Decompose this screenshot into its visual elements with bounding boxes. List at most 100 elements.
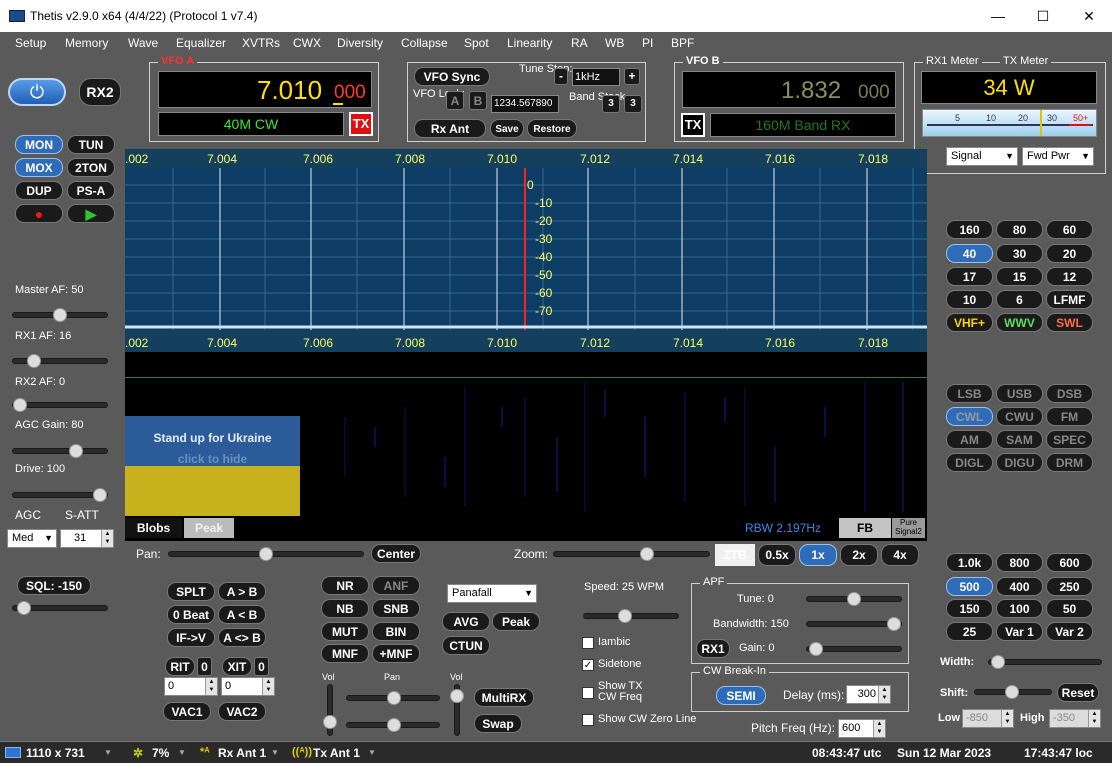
menu-spot[interactable]: Spot — [464, 36, 489, 50]
slider-thumb[interactable] — [53, 308, 67, 322]
slider-thumb[interactable] — [618, 609, 632, 623]
restore-button[interactable]: Restore — [527, 119, 577, 138]
tx-ant-status[interactable]: Tx Ant 1 — [313, 746, 360, 760]
lock-a-button[interactable]: A — [446, 91, 464, 110]
vol-left-slider[interactable] — [323, 684, 337, 736]
click-to-hide[interactable]: click to hide — [125, 452, 300, 466]
band-80-button[interactable]: 80 — [996, 220, 1043, 239]
sql-button[interactable]: SQL: -150 — [17, 576, 91, 595]
mode-spec-button[interactable]: SPEC — [1046, 430, 1093, 449]
spectrum-display[interactable]: 0 -10 -20 -30 -40 -50 -60 -70 — [125, 168, 927, 330]
filter-400-button[interactable]: 400 — [996, 577, 1043, 596]
mode-digu-button[interactable]: DIGU — [996, 453, 1043, 472]
a-to-b-button[interactable]: A > B — [218, 582, 266, 601]
s-att-input[interactable]: 31 ▲ ▼ — [60, 529, 114, 548]
rx-meter-select[interactable]: Signal ▼ — [946, 147, 1018, 166]
mode-cwu-button[interactable]: CWU — [996, 407, 1043, 426]
filter-600-button[interactable]: 600 — [1046, 553, 1093, 572]
plus-mnf-button[interactable]: +MNF — [372, 644, 420, 663]
drive-slider[interactable] — [12, 488, 108, 502]
menu-bpf[interactable]: BPF — [671, 36, 694, 50]
band-20-button[interactable]: 20 — [1046, 244, 1093, 263]
rx2-af-slider[interactable] — [12, 398, 108, 412]
mute-button[interactable]: MUT — [321, 622, 369, 641]
slider-thumb[interactable] — [450, 689, 464, 703]
filter-500-button[interactable]: 500 — [946, 577, 993, 596]
show-tx-cw-checkbox[interactable] — [582, 687, 594, 699]
play-button[interactable]: ▶ — [67, 204, 115, 223]
filter-250-button[interactable]: 250 — [1046, 577, 1093, 596]
dup-button[interactable]: DUP — [15, 181, 63, 200]
save-button[interactable]: Save — [490, 119, 524, 138]
menu-diversity[interactable]: Diversity — [337, 36, 383, 50]
blobs-button[interactable]: Blobs — [125, 518, 182, 538]
rit-button[interactable]: RIT — [165, 657, 195, 676]
split-button[interactable]: SPLT — [167, 582, 215, 601]
xit-input[interactable]: 0 ▲ ▼ — [221, 677, 275, 696]
vol-right-slider[interactable] — [450, 684, 464, 736]
width-slider[interactable] — [988, 655, 1102, 669]
mode-am-button[interactable]: AM — [946, 430, 993, 449]
agc-gain-slider[interactable] — [12, 444, 108, 458]
fb-button[interactable]: FB — [839, 518, 891, 538]
vfo-b-display[interactable]: 1.832 000 — [682, 71, 896, 108]
vfo-a-tx-button[interactable]: TX — [349, 112, 373, 136]
panadapter-area[interactable]: .002 7.004 7.006 7.008 7.010 7.012 7.014… — [125, 149, 927, 541]
power-button[interactable]: ⏻ — [8, 78, 66, 106]
agc-select[interactable]: Med ▼ — [7, 529, 57, 548]
filter-800-button[interactable]: 800 — [996, 553, 1043, 572]
sql-slider[interactable] — [12, 601, 108, 615]
band-17-button[interactable]: 17 — [946, 267, 993, 286]
band-15-button[interactable]: 15 — [996, 267, 1043, 286]
mode-sam-button[interactable]: SAM — [996, 430, 1043, 449]
band-swl-button[interactable]: SWL — [1046, 313, 1093, 332]
maximize-button[interactable]: ☐ — [1020, 0, 1066, 32]
menu-collapse[interactable]: Collapse — [401, 36, 448, 50]
chevron-down-icon[interactable]: ▼ — [178, 748, 186, 757]
spin-buttons[interactable]: ▲ ▼ — [101, 530, 113, 547]
zoom-0.5x-button[interactable]: 0.5x — [758, 544, 796, 566]
display-mode-select[interactable]: Panafall ▼ — [447, 584, 537, 603]
slider-thumb[interactable] — [259, 547, 273, 561]
pan-slider[interactable] — [168, 547, 364, 561]
spin-buttons[interactable]: ▲ ▼ — [878, 686, 890, 703]
filter-1k-button[interactable]: 1.0k — [946, 553, 993, 572]
menu-xvtrs[interactable]: XVTRs — [242, 36, 280, 50]
slider-thumb[interactable] — [640, 547, 654, 561]
peak-button[interactable]: Peak — [492, 612, 540, 631]
mode-cwl-button[interactable]: CWL — [946, 407, 993, 426]
zero-beat-button[interactable]: 0 Beat — [167, 605, 215, 624]
rx-ant-status[interactable]: Rx Ant 1 — [218, 746, 266, 760]
cw-speed-slider[interactable] — [583, 609, 679, 623]
reset-button[interactable]: Reset — [1057, 683, 1099, 702]
shift-slider[interactable] — [974, 685, 1052, 699]
vfo-b-tx-button[interactable]: TX — [681, 113, 705, 137]
iambic-checkbox[interactable] — [582, 637, 594, 649]
filter-100-button[interactable]: 100 — [996, 599, 1043, 618]
tun-button[interactable]: TUN — [67, 135, 115, 154]
zoom-1x-button[interactable]: 1x — [799, 544, 837, 566]
menu-wb[interactable]: WB — [605, 36, 624, 50]
close-button[interactable]: ✕ — [1066, 0, 1112, 32]
band-60-button[interactable]: 60 — [1046, 220, 1093, 239]
spin-buttons[interactable]: ▲ ▼ — [262, 678, 274, 695]
zoom-2x-button[interactable]: 2x — [840, 544, 878, 566]
menu-setup[interactable]: Setup — [15, 36, 46, 50]
chevron-down-icon[interactable]: ▼ — [104, 748, 112, 757]
pitch-input[interactable]: 600 ▲ ▼ — [838, 719, 886, 738]
rx1-af-slider[interactable] — [12, 354, 108, 368]
menu-pi[interactable]: PI — [642, 36, 653, 50]
bin-button[interactable]: BIN — [372, 622, 420, 641]
xit-button[interactable]: XIT — [222, 657, 252, 676]
nr-button[interactable]: NR — [321, 576, 369, 595]
menu-equalizer[interactable]: Equalizer — [176, 36, 226, 50]
spin-buttons[interactable]: ▲ ▼ — [1088, 710, 1100, 727]
vac2-button[interactable]: VAC2 — [218, 702, 266, 721]
chevron-down-icon[interactable]: ▼ — [271, 748, 279, 757]
rx-ant-button[interactable]: Rx Ant — [414, 119, 486, 138]
slider-thumb[interactable] — [809, 642, 823, 656]
multirx-button[interactable]: MultiRX — [474, 688, 534, 707]
mox-button[interactable]: MOX — [15, 158, 63, 177]
delay-input[interactable]: 300 ▲ ▼ — [846, 685, 891, 704]
band-stack-count[interactable]: 3 — [624, 95, 642, 113]
